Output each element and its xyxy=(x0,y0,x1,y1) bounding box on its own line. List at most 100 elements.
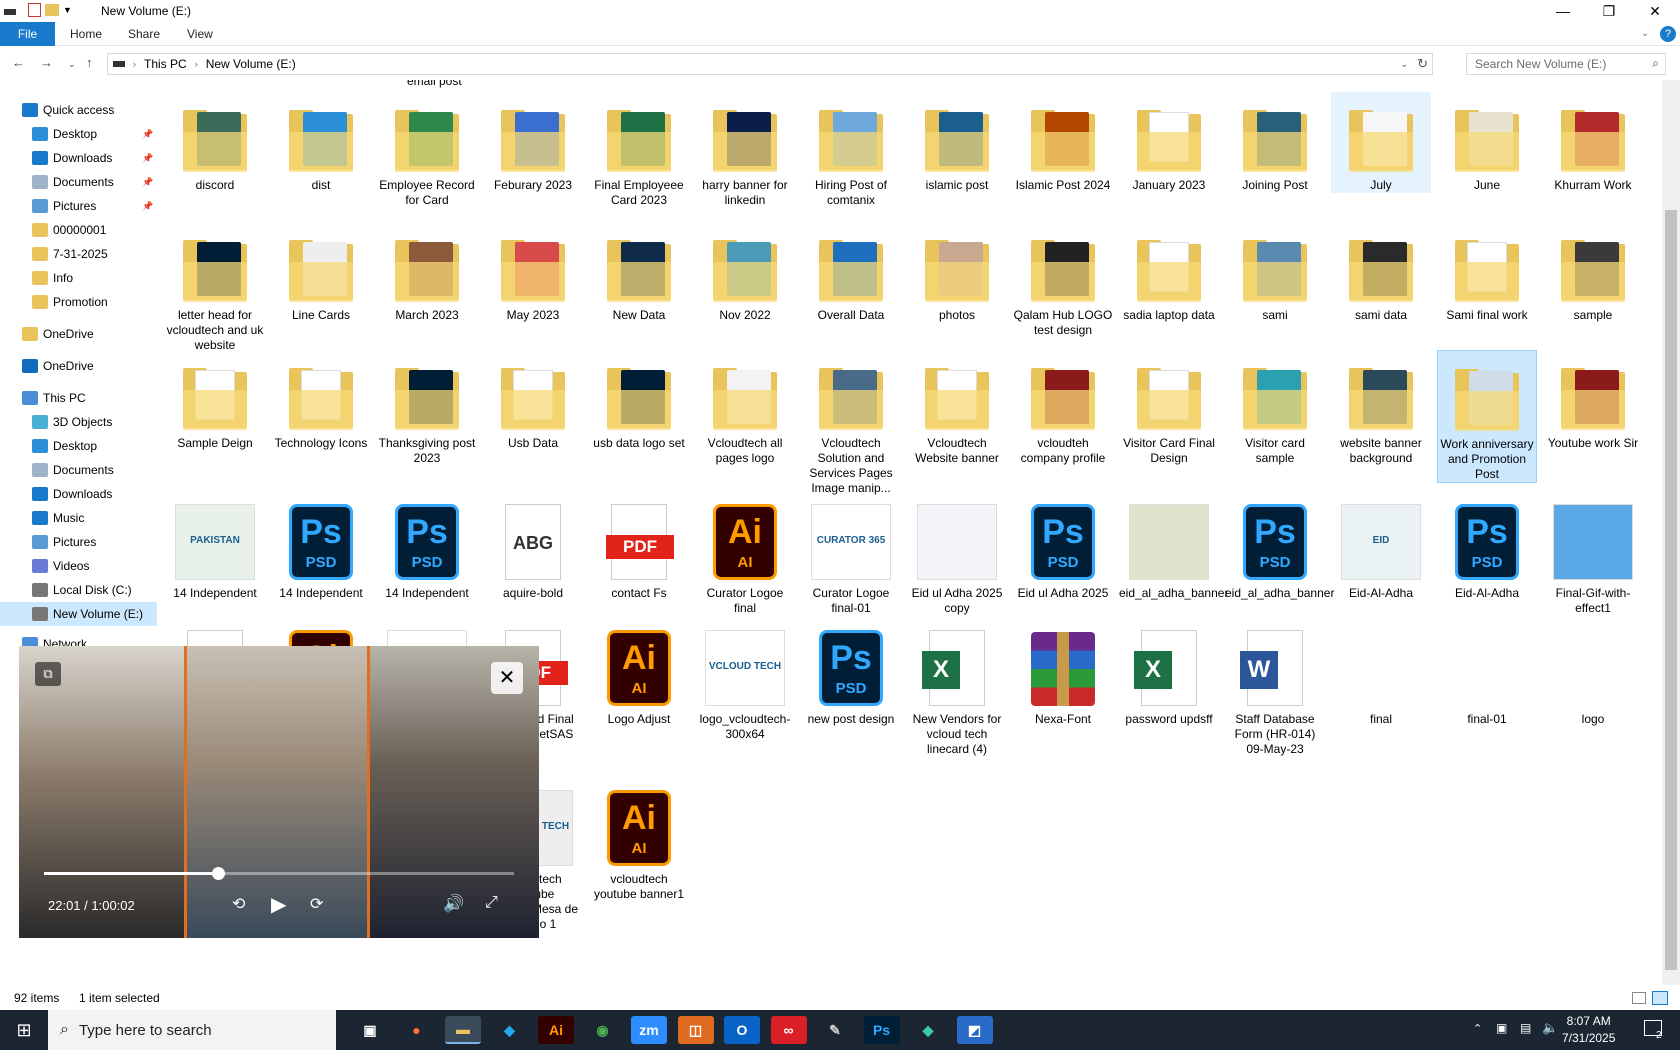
folder-item[interactable]: Vcloudtech Solution and Services Pages I… xyxy=(801,350,901,496)
large-icons-view-icon[interactable] xyxy=(1652,991,1668,1005)
app-blue-icon[interactable]: ◩ xyxy=(956,1016,993,1044)
play-icon[interactable]: ▶ xyxy=(271,892,286,917)
nav-item[interactable]: Videos xyxy=(0,554,157,578)
file-item[interactable]: PAKISTAN 14 Independent xyxy=(165,500,265,601)
file-item[interactable]: Eid ul Adha 2025 copy xyxy=(907,500,1007,616)
breadcrumb-this-pc[interactable]: This PC xyxy=(144,57,187,71)
file-item[interactable]: EID Eid-Al-Adha xyxy=(1331,500,1431,601)
nav-item[interactable]: OneDrive xyxy=(0,354,157,378)
close-video-icon[interactable]: ✕ xyxy=(491,662,523,694)
minimize-button[interactable]: — xyxy=(1540,0,1586,22)
nav-item[interactable]: This PC xyxy=(0,386,157,410)
file-item[interactable]: Ai AI vcloudtech youtube banner1 xyxy=(589,786,689,902)
show-hidden-icons-icon[interactable]: ⌃ xyxy=(1473,1022,1482,1035)
rewind-10-icon[interactable]: ⟲ xyxy=(232,894,245,914)
folder-item[interactable]: Islamic Post 2024 xyxy=(1013,92,1113,193)
folder-item[interactable]: photos xyxy=(907,222,1007,323)
recent-locations-icon[interactable]: ⌄ xyxy=(68,59,76,70)
chrome-icon[interactable]: ◉ xyxy=(584,1016,621,1044)
file-item[interactable]: Xpassword updsff xyxy=(1119,626,1219,727)
nav-item[interactable]: Downloads xyxy=(0,482,157,506)
tab-file[interactable]: File xyxy=(0,22,55,46)
nav-item[interactable]: Music xyxy=(0,506,157,530)
folder-item[interactable]: sadia laptop data xyxy=(1119,222,1219,323)
creative-cloud-icon[interactable]: ∞ xyxy=(770,1016,807,1044)
vscode-icon[interactable]: ◆ xyxy=(491,1016,528,1044)
folder-item[interactable]: January 2023 xyxy=(1119,92,1219,193)
folder-item[interactable]: Khurram Work xyxy=(1543,92,1643,193)
folder-item[interactable]: dist xyxy=(271,92,371,193)
expand-ribbon-icon[interactable]: ⌄ xyxy=(1641,28,1649,39)
file-item[interactable]: VCLOUD TECH logo_vcloudtech-300x64 xyxy=(695,626,795,742)
forward-10-icon[interactable]: ⟳ xyxy=(310,894,323,914)
volume-icon[interactable]: 🔈 xyxy=(1542,1020,1558,1036)
folder-item[interactable]: Thanksgiving post 2023 xyxy=(377,350,477,466)
video-progress-handle[interactable] xyxy=(211,867,225,880)
video-picture-in-picture[interactable]: ⧉ ✕ 22:01 / 1:00:02 ⟲ ▶ ⟳ 🔊 ⤢ xyxy=(19,646,539,938)
file-item[interactable]: final xyxy=(1331,626,1431,727)
folder-item[interactable]: Employee Record for Card xyxy=(377,92,477,208)
folder-item[interactable]: Qalam Hub LOGO test design xyxy=(1013,222,1113,338)
folder-item[interactable]: islamic post xyxy=(907,92,1007,193)
search-input[interactable]: Search New Volume (E:) ⌕ xyxy=(1466,53,1666,75)
folder-item[interactable]: vcloudteh company profile xyxy=(1013,350,1113,466)
network-icon[interactable]: ▤ xyxy=(1520,1021,1531,1035)
outlook-icon[interactable]: O xyxy=(724,1016,760,1044)
nav-item[interactable]: New Volume (E:) xyxy=(0,602,157,626)
folder-item[interactable]: letter head for vcloudtech and uk websit… xyxy=(165,222,265,353)
folder-item[interactable]: Work anniversary and Promotion Post xyxy=(1437,350,1537,483)
folder-item[interactable]: New Data xyxy=(589,222,689,323)
file-item[interactable]: Final-Gif-with-effect1 xyxy=(1543,500,1643,616)
folder-item[interactable]: Technology Icons xyxy=(271,350,371,451)
nav-item[interactable]: 7-31-2025 xyxy=(0,242,157,266)
file-item[interactable]: Ai AI Logo Adjust xyxy=(589,626,689,727)
folder-item[interactable]: Youtube work Sir xyxy=(1543,350,1643,451)
volume-icon[interactable]: 🔊 xyxy=(443,894,464,914)
help-icon[interactable]: ? xyxy=(1660,26,1676,42)
forward-arrow-icon[interactable]: → xyxy=(40,55,53,70)
file-item[interactable]: CURATOR 365 Curator Logoe final-01 xyxy=(801,500,901,616)
folder-item[interactable]: Final Employeee Card 2023 xyxy=(589,92,689,208)
folder-item[interactable]: Sami final work xyxy=(1437,222,1537,323)
folder-item[interactable]: Line Cards xyxy=(271,222,371,323)
folder-item[interactable]: May 2023 xyxy=(483,222,583,323)
back-to-tab-icon[interactable]: ⧉ xyxy=(35,662,61,686)
nav-item[interactable]: Pictures 📌 xyxy=(0,194,157,218)
folder-item[interactable]: Vcloudtech Website banner xyxy=(907,350,1007,466)
nav-item[interactable]: 00000001 xyxy=(0,218,157,242)
properties-icon[interactable] xyxy=(28,3,41,17)
nav-item[interactable]: Desktop 📌 xyxy=(0,122,157,146)
address-dropdown-icon[interactable]: ⌄ xyxy=(1400,59,1408,70)
folder-item[interactable]: Sample Deign xyxy=(165,350,265,451)
file-item[interactable]: logo xyxy=(1543,626,1643,727)
file-item[interactable]: Ps PSD 14 Independent xyxy=(271,500,371,601)
folder-item[interactable]: sample xyxy=(1543,222,1643,323)
folder-item[interactable]: July xyxy=(1331,92,1431,193)
nav-item[interactable]: Local Disk (C:) xyxy=(0,578,157,602)
new-folder-icon[interactable] xyxy=(45,4,59,16)
app-teal-icon[interactable]: ◆ xyxy=(910,1016,946,1044)
file-explorer-icon[interactable]: ▬ xyxy=(445,1016,481,1044)
folder-item[interactable]: Joining Post xyxy=(1225,92,1325,193)
nav-item[interactable]: Documents xyxy=(0,458,157,482)
nav-item[interactable]: Documents 📌 xyxy=(0,170,157,194)
folder-item[interactable]: sami data xyxy=(1331,222,1431,323)
maximize-button[interactable]: ❐ xyxy=(1586,0,1632,22)
folder-item[interactable]: usb data logo set xyxy=(589,350,689,451)
nav-item[interactable]: 3D Objects xyxy=(0,410,157,434)
nav-item[interactable]: OneDrive xyxy=(0,322,157,346)
up-arrow-icon[interactable]: ↑ xyxy=(86,55,93,70)
tab-share[interactable]: Share xyxy=(128,22,160,46)
nav-item[interactable]: Desktop xyxy=(0,434,157,458)
file-item[interactable]: eid_al_adha_banner xyxy=(1119,500,1228,601)
app-orange-icon[interactable]: ◫ xyxy=(677,1016,714,1044)
file-item[interactable]: Ai AI Curator Logoe final xyxy=(695,500,795,616)
refresh-icon[interactable]: ↻ xyxy=(1417,56,1428,72)
folder-item[interactable]: Hiring Post of comtanix xyxy=(801,92,901,208)
task-view-icon[interactable]: ▣ xyxy=(352,1016,388,1044)
folder-item[interactable]: Visitor card sample xyxy=(1225,350,1325,466)
close-button[interactable]: ✕ xyxy=(1632,0,1678,22)
nav-item[interactable]: Pictures xyxy=(0,530,157,554)
details-view-icon[interactable] xyxy=(1632,992,1646,1004)
file-item[interactable]: Ps PSD new post design xyxy=(801,626,901,727)
